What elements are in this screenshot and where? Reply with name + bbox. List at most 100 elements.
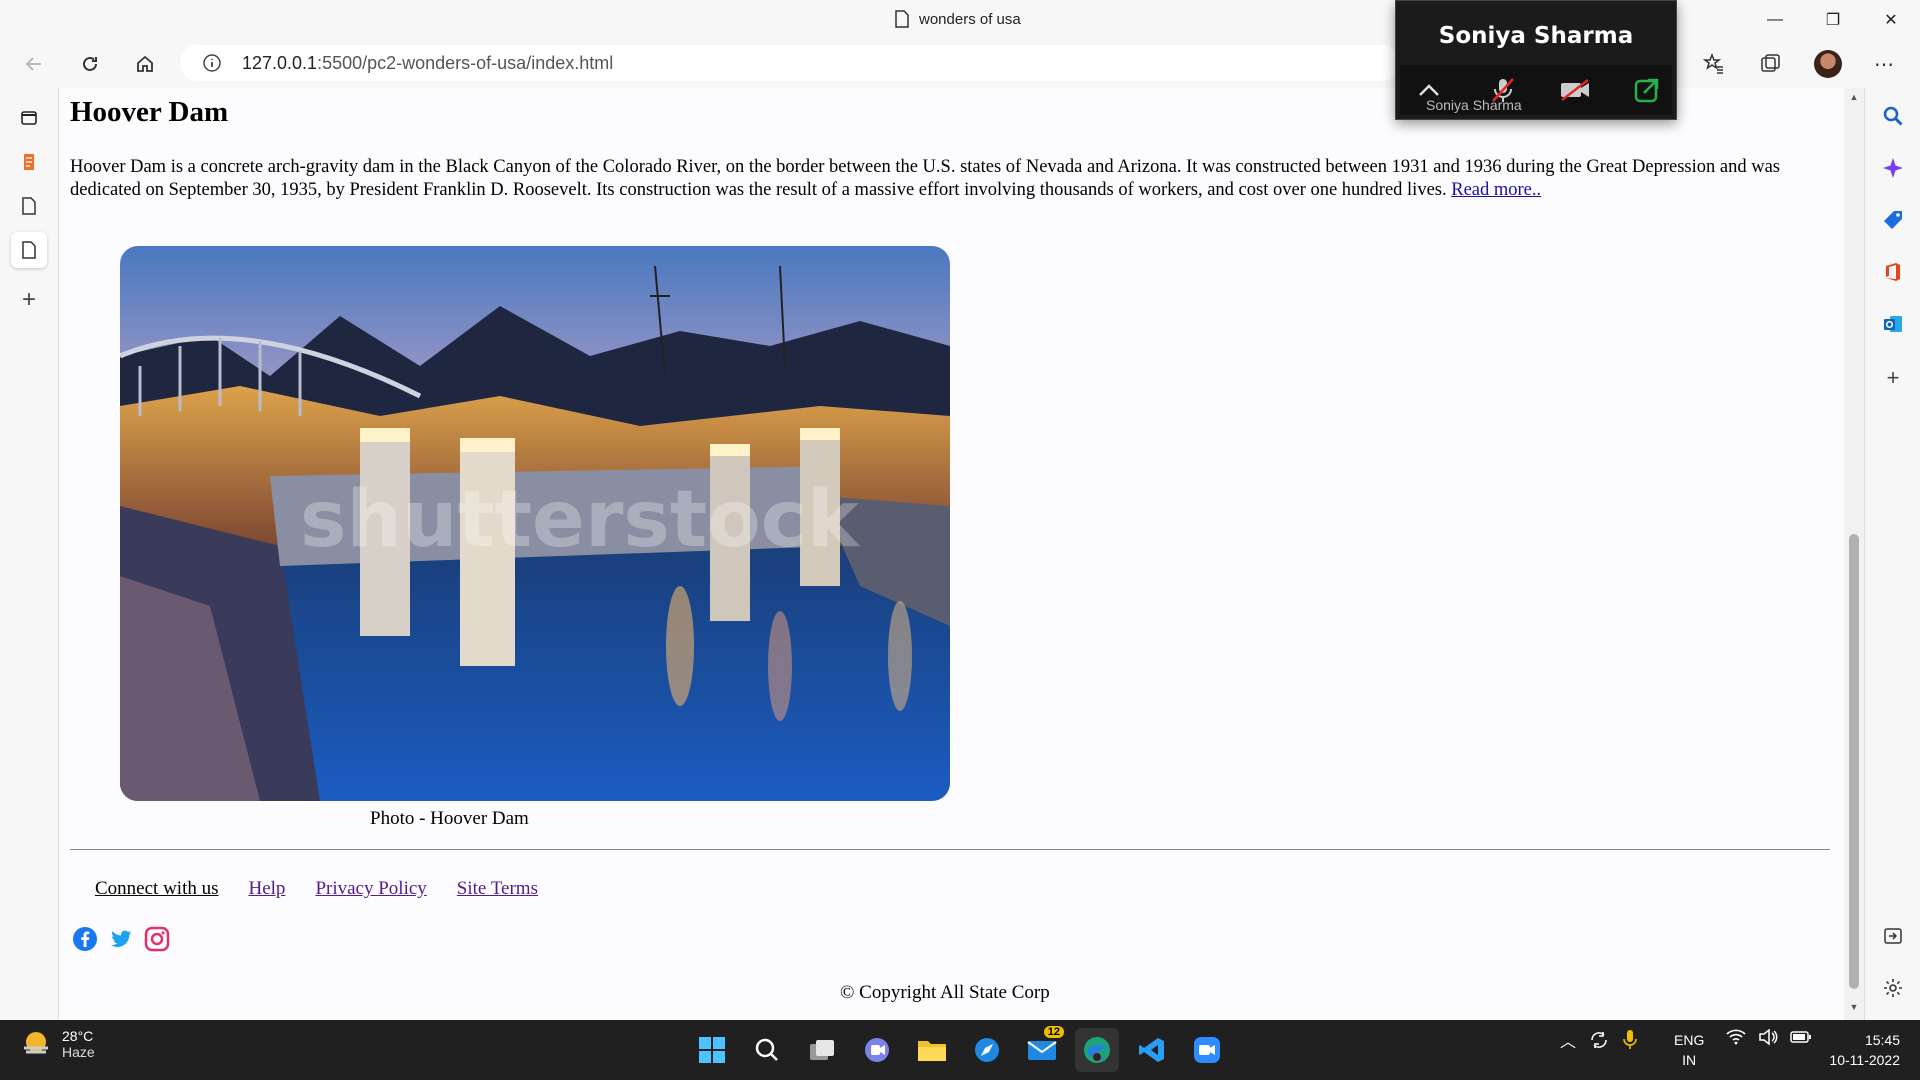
zoom-expand-button[interactable] xyxy=(1412,73,1446,107)
vscode-app[interactable] xyxy=(1130,1028,1174,1072)
start-button[interactable] xyxy=(690,1028,734,1072)
minimize-button[interactable]: — xyxy=(1746,0,1804,40)
help-link[interactable]: Help xyxy=(249,878,286,900)
vertical-tab-1[interactable] xyxy=(11,144,47,180)
battery-icon xyxy=(1790,1031,1811,1043)
zoom-controls-bar: Soniya Sharma xyxy=(1400,65,1672,115)
sync-icon[interactable] xyxy=(1588,1030,1610,1050)
page-icon xyxy=(895,10,909,28)
sidebar-office-button[interactable] xyxy=(1875,254,1911,290)
vertical-tabs-rail: + xyxy=(0,88,59,1020)
file-explorer-app[interactable] xyxy=(910,1028,954,1072)
sidebar-settings-button[interactable] xyxy=(1875,970,1911,1006)
restore-button[interactable]: ❐ xyxy=(1804,0,1862,40)
tab-actions-icon xyxy=(21,111,37,125)
clock[interactable]: 15:45 10-11-2022 xyxy=(1820,1030,1900,1070)
weather-widget[interactable]: 28°C Haze xyxy=(20,1028,95,1060)
sidebar-outlook-button[interactable] xyxy=(1875,306,1911,342)
edge-sidebar: + xyxy=(1864,88,1920,1020)
teams-chat-app[interactable] xyxy=(855,1028,899,1072)
task-view-icon xyxy=(810,1040,834,1060)
chat-icon xyxy=(865,1038,889,1062)
zoom-mute-button[interactable] xyxy=(1486,73,1520,107)
read-more-link[interactable]: Read more.. xyxy=(1451,180,1541,200)
outlook-icon xyxy=(1884,316,1902,332)
windows-taskbar: 28°C Haze 12 ︿ ENG IN 15:45 10-11-2022 xyxy=(0,1020,1920,1080)
photo-caption: Photo - Hoover Dam xyxy=(370,808,529,829)
instagram-icon[interactable] xyxy=(144,926,170,952)
hoover-dam-photo: shutterstock xyxy=(120,246,950,801)
new-tab-button[interactable]: + xyxy=(11,282,47,318)
edge-icon xyxy=(1084,1037,1110,1063)
collections-icon xyxy=(1761,54,1780,72)
refresh-icon xyxy=(83,56,97,71)
more-dots-icon: ⋯ xyxy=(1874,53,1894,76)
page-scrollbar[interactable]: ▲ ▼ xyxy=(1844,88,1864,1020)
sidebar-add-button[interactable]: + xyxy=(1875,360,1911,396)
facebook-icon[interactable] xyxy=(72,926,98,952)
mail-app[interactable]: 12 xyxy=(1020,1026,1064,1072)
home-button[interactable] xyxy=(127,48,163,80)
more-menu-button[interactable]: ⋯ xyxy=(1866,48,1902,80)
profile-avatar[interactable] xyxy=(1810,48,1846,80)
vertical-tab-2[interactable] xyxy=(11,188,47,224)
refresh-button[interactable] xyxy=(72,48,108,80)
scroll-thumb[interactable] xyxy=(1849,534,1859,989)
microphone-icon[interactable] xyxy=(1622,1029,1638,1051)
site-terms-link[interactable]: Site Terms xyxy=(457,878,538,900)
video-off-icon xyxy=(1561,79,1589,101)
close-button[interactable]: ✕ xyxy=(1862,0,1920,40)
page-title: Hoover Dam xyxy=(70,96,229,128)
taskbar-search[interactable] xyxy=(745,1028,789,1072)
sidebar-discover-button[interactable] xyxy=(1875,150,1911,186)
favorites-button[interactable] xyxy=(1696,48,1732,80)
safari-like-app[interactable] xyxy=(965,1028,1009,1072)
participant-name: Soniya Sharma xyxy=(1438,23,1634,49)
windows-start-icon xyxy=(699,1037,725,1063)
copyright-text: © Copyright All State Corp xyxy=(840,982,1050,1003)
sparkle-icon xyxy=(1883,158,1903,178)
edge-browser-app[interactable] xyxy=(1075,1028,1119,1072)
gear-icon xyxy=(1884,979,1902,997)
vertical-tab-active[interactable] xyxy=(11,232,47,268)
connect-with-us-link[interactable]: Connect with us xyxy=(95,878,219,900)
tab-title-text: wonders of usa xyxy=(919,10,1021,28)
microphone-muted-icon xyxy=(1492,78,1514,102)
tab-title[interactable]: wonders of usa xyxy=(895,10,1021,28)
page-viewport: Hoover Dam Hoover Dam is a concrete arch… xyxy=(59,88,1844,1020)
task-view-button[interactable] xyxy=(800,1028,844,1072)
hide-sidebar-button[interactable] xyxy=(1875,918,1911,954)
address-bar[interactable]: 127.0.0.1:5500/pc2-wonders-of-usa/index.… xyxy=(180,45,1400,81)
collections-button[interactable] xyxy=(1752,48,1788,80)
scroll-up-arrow[interactable]: ▲ xyxy=(1849,92,1859,102)
mail-badge: 12 xyxy=(1043,1026,1064,1038)
search-icon xyxy=(755,1038,778,1061)
zoom-video-button[interactable] xyxy=(1558,73,1592,107)
sidebar-collapse-icon xyxy=(1884,928,1902,944)
info-icon[interactable] xyxy=(202,53,222,73)
sidebar-search-button[interactable] xyxy=(1875,98,1911,134)
zoom-share-button[interactable] xyxy=(1630,73,1664,107)
lang-line2: IN xyxy=(1682,1052,1697,1068)
shopping-tag-icon xyxy=(1884,211,1902,229)
language-indicator[interactable]: ENG IN xyxy=(1674,1030,1704,1070)
footer-divider xyxy=(70,849,1830,850)
zoom-meeting-overlay[interactable]: Soniya Sharma Soniya Sharma xyxy=(1395,0,1677,120)
plus-icon: + xyxy=(1886,365,1900,390)
volume-icon xyxy=(1759,1028,1778,1046)
tab-actions-button[interactable] xyxy=(11,100,47,136)
chevron-up-icon[interactable]: ︿ xyxy=(1560,1028,1576,1052)
sidebar-shopping-button[interactable] xyxy=(1875,202,1911,238)
system-tray: ︿ xyxy=(1560,1028,1638,1052)
url-path: :5500/pc2-wonders-of-usa/index.html xyxy=(317,52,614,73)
status-icons[interactable] xyxy=(1726,1028,1812,1046)
zoom-app[interactable] xyxy=(1185,1028,1229,1072)
url-text: 127.0.0.1:5500/pc2-wonders-of-usa/index.… xyxy=(242,53,613,74)
twitter-icon[interactable] xyxy=(108,926,134,952)
favorites-star-icon xyxy=(1703,53,1723,74)
privacy-policy-link[interactable]: Privacy Policy xyxy=(315,878,426,900)
html-file-icon xyxy=(24,154,34,170)
page-icon xyxy=(22,241,36,259)
back-button[interactable] xyxy=(16,48,52,80)
scroll-down-arrow[interactable]: ▼ xyxy=(1849,1002,1859,1012)
